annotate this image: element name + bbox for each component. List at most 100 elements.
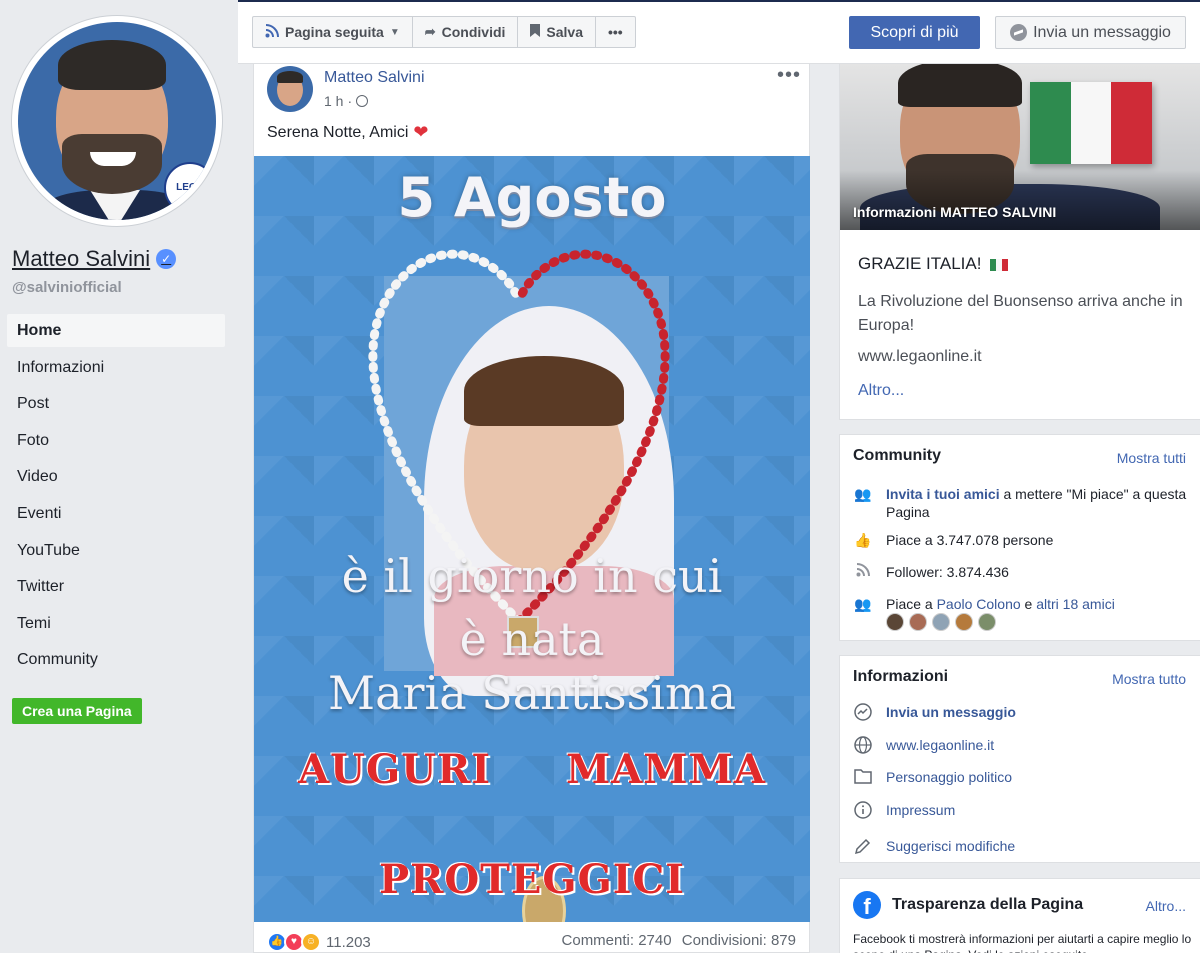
bookmark-icon (530, 24, 541, 40)
page-name-text[interactable]: Matteo Salvini (12, 246, 150, 272)
post-time-separator: · (347, 93, 353, 109)
about-website[interactable]: www.legaonline.it (858, 348, 982, 366)
nav-item-video[interactable]: Video (7, 460, 225, 493)
info-see-all-link[interactable]: Mostra tutto (1112, 671, 1186, 687)
friends-avatars (886, 613, 1001, 631)
friend-name-link[interactable]: Paolo Colono (937, 596, 1021, 612)
friends-icon: 👥 (854, 596, 872, 612)
other-friends-link[interactable]: altri 18 amici (1036, 596, 1115, 612)
globe-icon (853, 736, 873, 754)
info-website-row: www.legaonline.it (853, 736, 1188, 754)
friends-like-row: 👥 Piace a Paolo Colono e altri 18 amici (853, 595, 1188, 613)
nav-item-temi[interactable]: Temi (7, 607, 225, 640)
page-title[interactable]: Matteo Salvini ✓ (12, 246, 177, 272)
nav-item-home[interactable]: Home (7, 314, 225, 347)
nav-item-eventi[interactable]: Eventi (7, 497, 225, 530)
reactions-summary[interactable]: 👍 ♥ ☺ 11.203 (267, 932, 371, 952)
info-category-row: Personaggio politico (853, 768, 1188, 786)
info-impressum-row: Impressum (853, 801, 1188, 819)
info-impressum-link[interactable]: Impressum (886, 801, 955, 819)
facebook-logo-icon: f (853, 891, 881, 919)
action-button-group: Pagina seguita ▼ ➦ Condividi Salva ••• (252, 16, 636, 48)
cover-photo[interactable]: Informazioni MATTEO SALVINI (840, 64, 1200, 230)
transparency-more-link[interactable]: Altro... (1146, 898, 1186, 914)
avatar[interactable] (955, 613, 973, 631)
friends-icon: 👥 (854, 486, 872, 502)
italian-flag-icon (1030, 82, 1153, 164)
page-nav: Home Informazioni Post Foto Video Eventi… (7, 314, 225, 680)
about-card: Informazioni MATTEO SALVINI GRAZIE ITALI… (839, 64, 1200, 420)
info-card: Informazioni Mostra tutto Invia un messa… (839, 655, 1200, 863)
comments-shares-summary: Commenti: 2740 Condivisioni: 879 (562, 932, 796, 949)
shares-count[interactable]: Condivisioni: 879 (682, 932, 796, 949)
community-see-all-link[interactable]: Mostra tutti (1117, 450, 1186, 466)
post-image[interactable]: 5 Agosto è il giorno in cui è nata Maria… (254, 156, 810, 922)
pencil-icon (853, 837, 873, 855)
comments-count[interactable]: Commenti: 2740 (562, 932, 672, 949)
transparency-title: Trasparenza della Pagina (892, 896, 1084, 913)
invite-friends-link[interactable]: Invita i tuoi amici (886, 486, 1000, 502)
community-title: Community (853, 447, 941, 464)
community-card: Community Mostra tutti 👥 Invita i tuoi a… (839, 434, 1200, 641)
create-page-button[interactable]: Crea una Pagina (12, 698, 142, 724)
info-category-link[interactable]: Personaggio politico (886, 768, 1012, 786)
info-message-row: Invia un messaggio (853, 703, 1188, 721)
save-button[interactable]: Salva (518, 17, 596, 47)
followed-label: Pagina seguita (285, 24, 384, 40)
friends-like-text: Piace a Paolo Colono e altri 18 amici (886, 595, 1115, 613)
avatar[interactable] (978, 613, 996, 631)
share-arrow-icon: ➦ (424, 24, 436, 39)
nav-item-informazioni[interactable]: Informazioni (7, 351, 225, 384)
reactions-count: 11.203 (326, 933, 371, 951)
avatar[interactable] (932, 613, 950, 631)
cover-caption: Informazioni MATTEO SALVINI (853, 204, 1057, 220)
chevron-down-icon: ▼ (389, 26, 400, 38)
post-text-content: Serena Notte, Amici (267, 123, 409, 141)
about-heading-text: GRAZIE ITALIA! (858, 254, 982, 273)
post-author-avatar[interactable] (267, 66, 313, 112)
learn-more-button[interactable]: Scopri di più (849, 16, 980, 49)
about-heading: GRAZIE ITALIA! (858, 254, 1009, 274)
folder-icon (853, 768, 873, 786)
nav-item-foto[interactable]: Foto (7, 424, 225, 457)
info-website-link[interactable]: www.legaonline.it (886, 736, 994, 754)
image-text-proteggici: PROTEGGICI (379, 856, 685, 903)
followers-text: Follower: 3.874.436 (886, 564, 1009, 580)
send-message-button[interactable]: Invia un messaggio (995, 16, 1186, 49)
likes-text: Piace a 3.747.078 persone (886, 532, 1054, 548)
image-text-line-4: Maria Santissima (327, 666, 736, 720)
avatar[interactable] (909, 613, 927, 631)
post-author-name[interactable]: Matteo Salvini (324, 69, 425, 87)
image-title-text: 5 Agosto (397, 166, 667, 229)
profile-picture[interactable]: LEGA (12, 16, 222, 226)
post-options-button[interactable]: ••• (777, 64, 801, 87)
followed-button[interactable]: Pagina seguita ▼ (253, 17, 413, 47)
italian-flag-emoji-icon (990, 258, 1009, 271)
nav-item-community[interactable]: Community (7, 643, 225, 676)
post-timestamp[interactable]: 1 h · (324, 93, 369, 109)
info-suggest-link[interactable]: Suggerisci modifiche (886, 837, 1015, 855)
image-text-auguri: AUGURI MAMMA (298, 746, 766, 793)
image-text-line-3: è nata (459, 612, 605, 666)
thumbs-up-icon: 👍 (854, 532, 872, 548)
share-button[interactable]: ➦ Condividi (413, 17, 519, 47)
invite-text: Invita i tuoi amici a mettere "Mi piace"… (886, 485, 1188, 521)
nav-item-youtube[interactable]: YouTube (7, 534, 225, 567)
post-engagement-bar: 👍 ♥ ☺ 11.203 Commenti: 2740 Condivisioni… (254, 932, 810, 952)
likes-row: 👍 Piace a 3.747.078 persone (853, 531, 1188, 549)
haha-reaction-icon: ☺ (301, 932, 321, 952)
messenger-icon (853, 703, 873, 721)
feed-post: Matteo Salvini 1 h · ••• Serena Notte, A… (253, 64, 810, 953)
nav-item-post[interactable]: Post (7, 387, 225, 420)
transparency-card: f Trasparenza della Pagina Altro... Face… (839, 878, 1200, 953)
image-text-line-2: è il giorno in cui (341, 549, 723, 603)
about-more-link[interactable]: Altro... (858, 382, 904, 400)
info-message-link[interactable]: Invia un messaggio (886, 703, 1016, 721)
nav-item-twitter[interactable]: Twitter (7, 570, 225, 603)
share-label: Condividi (441, 24, 506, 40)
avatar[interactable] (886, 613, 904, 631)
more-options-button[interactable]: ••• (596, 17, 635, 47)
left-column: LEGA Matteo Salvini ✓ @salviniofficial H… (0, 0, 238, 953)
invite-friends-row: 👥 Invita i tuoi amici a mettere "Mi piac… (853, 485, 1188, 521)
page-handle[interactable]: @salviniofficial (12, 279, 122, 296)
